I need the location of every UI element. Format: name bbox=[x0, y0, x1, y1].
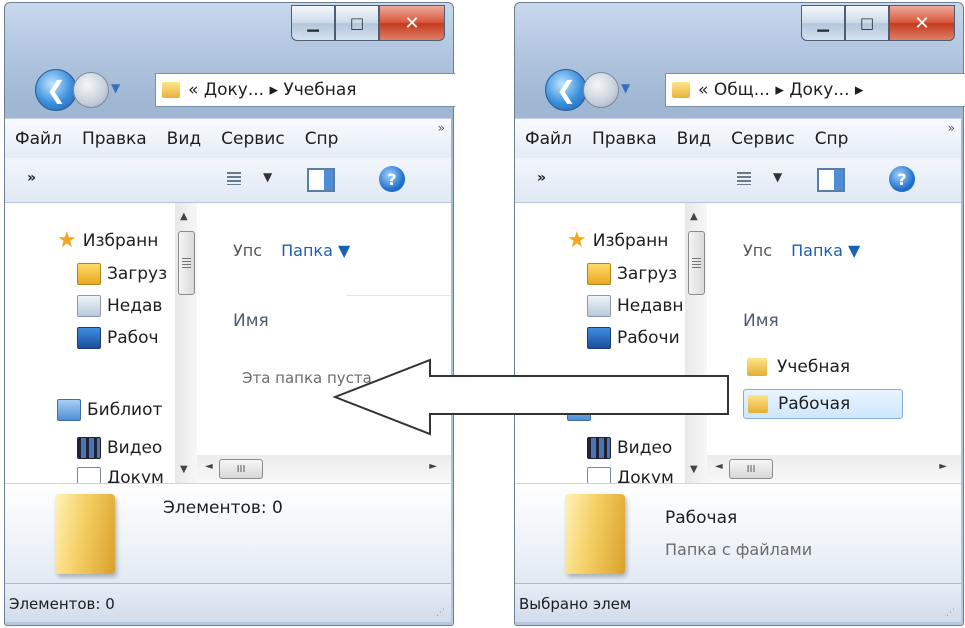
arrow-shape bbox=[332, 358, 729, 436]
arrow-left-icon bbox=[332, 358, 729, 436]
